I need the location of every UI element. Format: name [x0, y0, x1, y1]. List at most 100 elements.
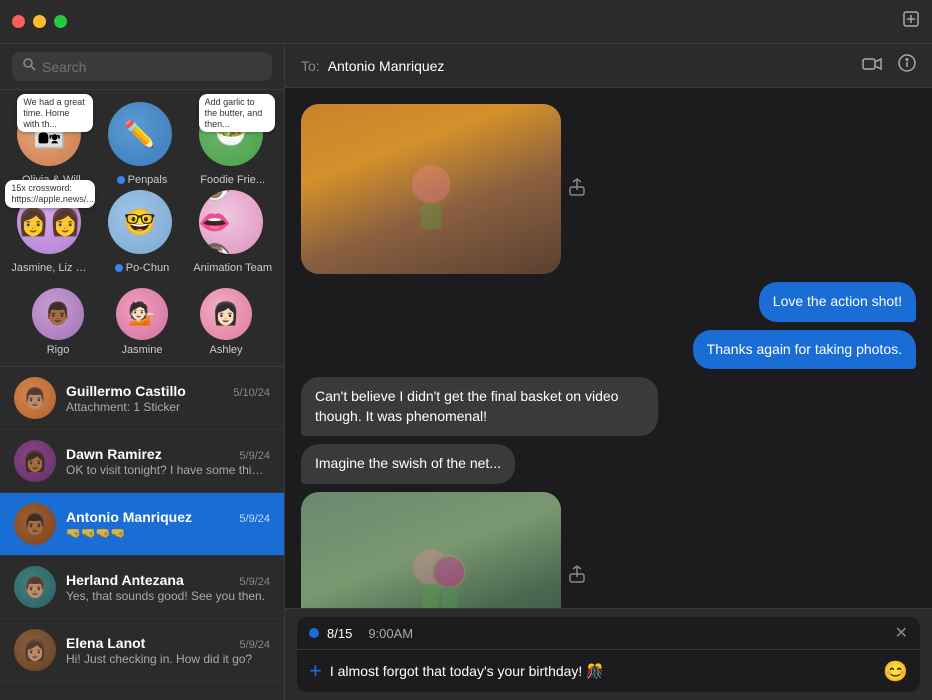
- search-icon: [22, 57, 36, 76]
- main-layout: 👩‍👧 We had a great time. Home with th...…: [0, 44, 932, 700]
- unread-dot-penpals: [117, 176, 125, 184]
- pinned-label-foodie: Foodie Frie...: [200, 174, 265, 186]
- avatar-ashley: 👩🏻: [200, 288, 252, 340]
- compose-dot: [309, 628, 319, 638]
- contact-label-ashley: Ashley: [209, 344, 242, 356]
- msg-image-wrap-2: [301, 492, 585, 608]
- avatar-herland: 👨🏽: [14, 566, 56, 608]
- pinned-contacts-grid: 👩‍👧 We had a great time. Home with th...…: [0, 90, 284, 282]
- contact-label-jasmine: Jasmine: [122, 344, 163, 356]
- conversation-list: 👨🏽 Guillermo Castillo 5/10/24 Attachment…: [0, 367, 284, 700]
- pinned-item-foodie[interactable]: 🥗 Add garlic to the butter, and then... …: [189, 102, 276, 186]
- contact-rigo[interactable]: 👨🏾 Rigo: [32, 288, 84, 356]
- conv-item-antonio[interactable]: 👨🏾 Antonio Manriquez 5/9/24 🤜🤜🤜🤜: [0, 493, 284, 556]
- compose-input[interactable]: [330, 663, 875, 679]
- conv-date-guillermo: 5/10/24: [233, 387, 270, 399]
- bubble-preview-olivia: We had a great time. Home with th...: [17, 94, 93, 132]
- msg-row-image1: [301, 104, 916, 274]
- search-bar: [0, 44, 284, 90]
- window-controls: [12, 15, 67, 28]
- conv-date-dawn: 5/9/24: [239, 450, 270, 462]
- conv-preview-dawn: OK to visit tonight? I have some things …: [66, 463, 270, 477]
- msg-row-swish: Imagine the swish of the net...: [301, 444, 916, 484]
- avatar-penpals: ✏️: [108, 102, 172, 166]
- emoji-picker-icon: 😊: [883, 661, 908, 683]
- conv-item-elena[interactable]: 👩🏽 Elena Lanot 5/9/24 Hi! Just checking …: [0, 619, 284, 682]
- chat-recipient-name: Antonio Manriquez: [328, 58, 445, 74]
- compose-emoji-button[interactable]: 😊: [883, 659, 908, 684]
- avatar-rigo: 👨🏾: [32, 288, 84, 340]
- avatar-pochun: 🤓: [108, 190, 172, 254]
- conv-content-antonio: Antonio Manriquez 5/9/24 🤜🤜🤜🤜: [66, 509, 270, 540]
- contact-ashley[interactable]: 👩🏻 Ashley: [200, 288, 252, 356]
- chat-header-actions: [862, 54, 916, 77]
- close-button[interactable]: [12, 15, 25, 28]
- conv-preview-elena: Hi! Just checking in. How did it go?: [66, 652, 270, 666]
- conv-name-antonio: Antonio Manriquez: [66, 509, 192, 525]
- msg-row-love-shot: Love the action shot!: [301, 282, 916, 322]
- maximize-button[interactable]: [54, 15, 67, 28]
- pinned-item-olivia-will[interactable]: 👩‍👧 We had a great time. Home with th...…: [8, 102, 95, 186]
- msg-bubble-thanks: Thanks again for taking photos.: [693, 330, 916, 370]
- minimize-button[interactable]: [33, 15, 46, 28]
- compose-time: 9:00AM: [368, 626, 413, 641]
- avatar-antonio: 👨🏾: [14, 503, 56, 545]
- compose-clear-button[interactable]: ✕: [895, 623, 908, 643]
- bubble-preview-jasmine-liz: 15x crossword: https://apple.news/...: [5, 180, 95, 208]
- conv-content-elena: Elena Lanot 5/9/24 Hi! Just checking in.…: [66, 635, 270, 666]
- unread-dot-pochun: [115, 264, 123, 272]
- avatar-jasmine2: 💁🏻: [116, 288, 168, 340]
- pinned-label-pochun: Po-Chun: [126, 262, 169, 274]
- pinned-label-animation-team: Animation Team: [193, 262, 272, 274]
- contact-label-rigo: Rigo: [47, 344, 70, 356]
- msg-row-thanks: Thanks again for taking photos.: [301, 330, 916, 370]
- search-input-wrap[interactable]: [12, 52, 272, 81]
- conv-date-elena: 5/9/24: [239, 639, 270, 651]
- share-button-1[interactable]: [569, 178, 585, 201]
- conv-item-guillermo[interactable]: 👨🏽 Guillermo Castillo 5/10/24 Attachment…: [0, 367, 284, 430]
- messages-scroll[interactable]: Love the action shot! Thanks again for t…: [285, 88, 932, 608]
- info-button[interactable]: [898, 54, 916, 77]
- pinned-item-pochun[interactable]: 🤓 Po-Chun: [99, 190, 186, 274]
- conv-preview-antonio: 🤜🤜🤜🤜: [66, 526, 270, 540]
- conv-name-dawn: Dawn Ramirez: [66, 446, 162, 462]
- conv-content-guillermo: Guillermo Castillo 5/10/24 Attachment: 1…: [66, 383, 270, 414]
- video-call-button[interactable]: [862, 54, 882, 77]
- msg-image-wrap-1: [301, 104, 585, 274]
- chat-area: To: Antonio Manriquez: [285, 44, 932, 700]
- compose-add-button[interactable]: +: [309, 658, 322, 684]
- conv-name-herland: Herland Antezana: [66, 572, 184, 588]
- compose-area: 8/15 9:00AM ✕ + 😊: [285, 608, 932, 700]
- compose-date: 8/15: [327, 626, 352, 641]
- compose-bottom-bar: + 😊: [297, 650, 920, 692]
- bubble-preview-foodie: Add garlic to the butter, and then...: [199, 94, 275, 132]
- avatar-animation-team: 👁️👄👁️: [199, 190, 263, 254]
- msg-image-2: [301, 492, 561, 608]
- msg-row-cant-believe: Can't believe I didn't get the final bas…: [301, 377, 916, 436]
- search-input[interactable]: [42, 59, 262, 75]
- sidebar: 👩‍👧 We had a great time. Home with th...…: [0, 44, 285, 700]
- contact-jasmine[interactable]: 💁🏻 Jasmine: [116, 288, 168, 356]
- pinned-item-jasmine-liz[interactable]: 👩‍👩 15x crossword: https://apple.news/..…: [8, 190, 95, 274]
- msg-row-image2: [301, 492, 916, 608]
- pinned-item-animation-team[interactable]: 👁️👄👁️ Animation Team: [189, 190, 276, 274]
- conv-name-guillermo: Guillermo Castillo: [66, 383, 186, 399]
- compose-button[interactable]: [902, 10, 920, 33]
- title-bar: [0, 0, 932, 44]
- pinned-label-penpals: Penpals: [128, 174, 168, 186]
- pinned-item-penpals[interactable]: ✏️ Penpals: [99, 102, 186, 186]
- msg-bubble-love-shot: Love the action shot!: [759, 282, 916, 322]
- compose-top-bar: 8/15 9:00AM ✕: [297, 617, 920, 650]
- conv-item-dawn[interactable]: 👩🏾 Dawn Ramirez 5/9/24 OK to visit tonig…: [0, 430, 284, 493]
- conv-content-herland: Herland Antezana 5/9/24 Yes, that sounds…: [66, 572, 270, 603]
- conv-preview-herland: Yes, that sounds good! See you then.: [66, 589, 270, 603]
- conv-date-herland: 5/9/24: [239, 576, 270, 588]
- conv-item-herland[interactable]: 👨🏽 Herland Antezana 5/9/24 Yes, that sou…: [0, 556, 284, 619]
- avatar-elena: 👩🏽: [14, 629, 56, 671]
- conv-name-elena: Elena Lanot: [66, 635, 145, 651]
- msg-bubble-cant-believe: Can't believe I didn't get the final bas…: [301, 377, 658, 436]
- conv-content-dawn: Dawn Ramirez 5/9/24 OK to visit tonight?…: [66, 446, 270, 477]
- conv-preview-guillermo: Attachment: 1 Sticker: [66, 400, 270, 414]
- share-button-2[interactable]: [569, 565, 585, 588]
- avatar-guillermo: 👨🏽: [14, 377, 56, 419]
